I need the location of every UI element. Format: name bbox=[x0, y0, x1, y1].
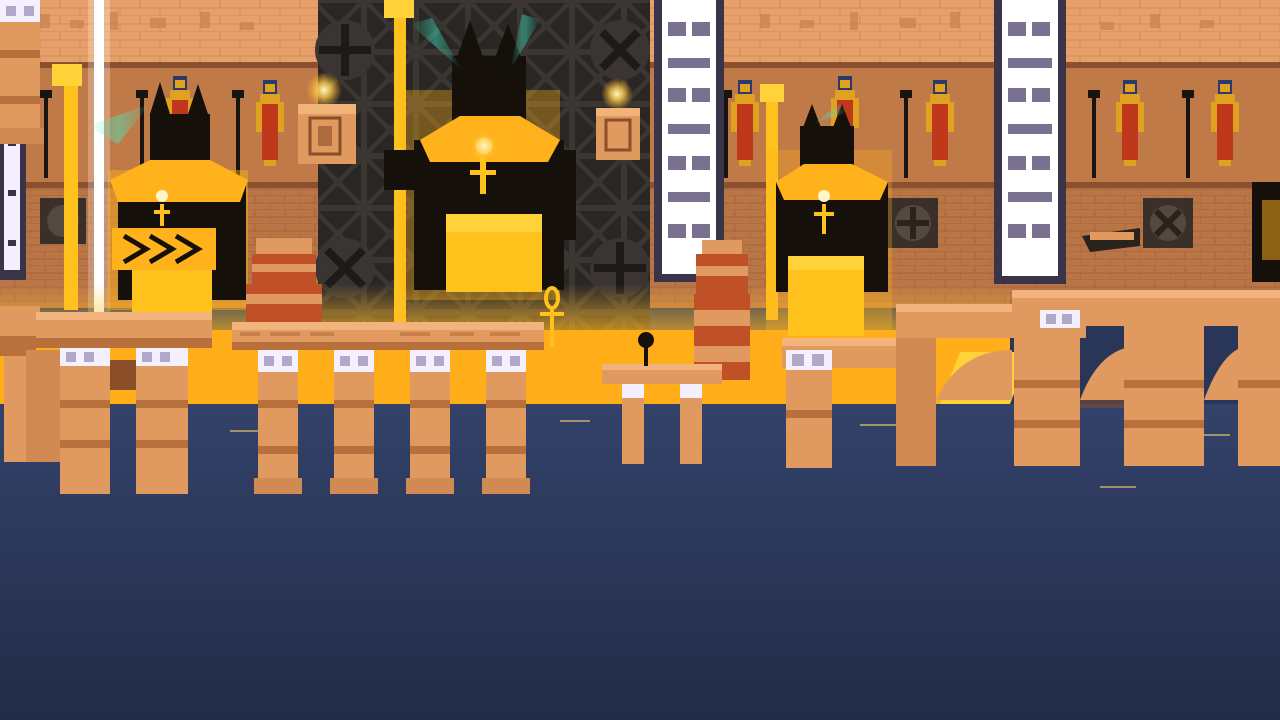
scene-canvas bbox=[0, 0, 1280, 720]
light-pillar-right bbox=[994, 0, 1066, 284]
canopic-jar-center bbox=[694, 240, 750, 380]
canopic-jar-left bbox=[246, 238, 322, 324]
light-pillar-center bbox=[654, 0, 724, 282]
light-beam-vertical bbox=[88, 0, 110, 318]
game-viewport[interactable] bbox=[0, 0, 1280, 720]
anubis-statue-far-right bbox=[1252, 182, 1280, 282]
